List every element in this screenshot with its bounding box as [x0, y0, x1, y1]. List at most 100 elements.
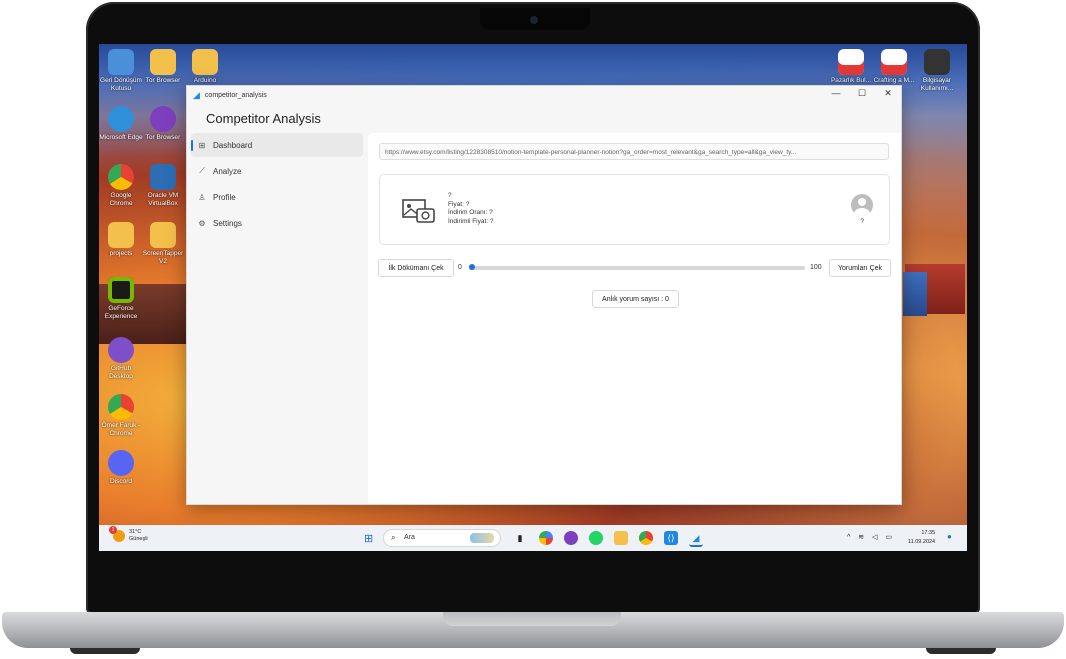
virtualbox-icon	[150, 164, 176, 190]
desktop-icon-recycle-bin[interactable]: Geri Dönüşüm Kutusu	[99, 49, 143, 93]
taskbar-clock[interactable]: 17:35 11.09.2024	[908, 529, 935, 547]
pdf-icon	[838, 49, 864, 75]
desktop-icon-tor-browser[interactable]: Tor Browser	[141, 106, 185, 142]
task-view-icon[interactable]: ▮	[513, 531, 527, 545]
whatsapp-icon[interactable]	[589, 531, 603, 545]
slider-thumb[interactable]	[469, 264, 475, 270]
tor-browser-taskbar-icon[interactable]	[564, 531, 578, 545]
chart-icon: ⟋	[199, 166, 205, 175]
desktop-icon-geforce[interactable]: GeForce Experience	[99, 277, 143, 321]
desktop-icon-chrome[interactable]: Google Chrome	[99, 164, 143, 208]
image-placeholder-icon	[402, 197, 436, 231]
desktop-icon-chrome-profile[interactable]: Ömer Faruk - Chrome	[99, 394, 143, 438]
main-content: https://www.etsy.com/listing/1228308510/…	[368, 133, 901, 504]
close-button[interactable]: ✕	[881, 88, 895, 99]
weather-widget[interactable]: 1 31°C Güneşli	[109, 526, 148, 543]
maximize-button[interactable]: ☐	[855, 88, 869, 99]
desktop-icon-tor[interactable]: Tor Browser	[141, 49, 185, 85]
sidebar: ⊞ Dashboard ⟋ Analyze ♙ Profile ⚙ Settin…	[187, 131, 367, 504]
desktop-screen: Geri Dönüşüm Kutusu Tor Browser Arduino …	[99, 44, 967, 551]
tor-icon	[150, 106, 176, 132]
folder-icon	[192, 49, 218, 75]
desktop-icon-edge[interactable]: Microsoft Edge	[99, 106, 143, 142]
window-title: competitor_analysis	[204, 91, 267, 99]
nvidia-icon	[108, 277, 134, 303]
folder-icon	[108, 222, 134, 248]
desktop-icon-shortcut[interactable]: Bilgisayar Kullanımı...	[915, 49, 959, 93]
flutter-app-taskbar-icon[interactable]: ◢	[689, 531, 703, 547]
app-window: ◢ competitor_analysis — ☐ ✕ Competitor A…	[186, 85, 902, 505]
product-discounted-price: İndirimli Fiyat: ?	[448, 217, 494, 225]
watermark-subtitle: Windows'u etkinleştirmek için Ayarlar'a …	[769, 489, 898, 496]
desktop-icon-discord[interactable]: Discord	[99, 450, 143, 486]
product-info: ? Fiyat: ? İndirim Oranı: ? İndirimli Fi…	[448, 192, 494, 226]
minimize-button[interactable]: —	[829, 88, 843, 99]
notification-bell-icon[interactable]: ●	[947, 532, 952, 541]
title-bar: ◢ competitor_analysis — ☐ ✕	[187, 86, 901, 104]
clock-date: 11.09.2024	[908, 539, 936, 545]
weather-temp: 31°C	[129, 529, 142, 535]
desktop-icon-pdf-2[interactable]: Crafting a M...	[872, 49, 916, 85]
product-price: Fiyat: ?	[448, 200, 470, 208]
search-icon: ⌕	[391, 533, 396, 542]
app-title: Competitor Analysis	[206, 111, 321, 126]
taskbar: 1 31°C Güneşli ⊞ ⌕ Ara ▮ ⟨⟩ ◢ ^ ≋ ◁ ▭ 17…	[99, 525, 967, 551]
sidebar-item-profile[interactable]: ♙ Profile	[191, 185, 363, 209]
review-count-slider[interactable]	[469, 264, 805, 270]
folder-icon	[150, 222, 176, 248]
chrome-icon	[108, 394, 134, 420]
product-card: ? Fiyat: ? İndirim Oranı: ? İndirimli Fi…	[379, 174, 890, 245]
clock-time: 17:35	[921, 530, 936, 536]
desktop-icon-pdf-1[interactable]: Pazarlık Bul...	[829, 49, 873, 85]
vscode-icon[interactable]: ⟨⟩	[664, 531, 678, 545]
laptop-foot-left	[70, 648, 140, 654]
pdf-icon	[881, 49, 907, 75]
sidebar-item-label: Analyze	[213, 166, 242, 176]
webcam	[530, 16, 538, 24]
desktop-icon-github[interactable]: GitHub Desktop	[99, 337, 143, 381]
slider-min-label: 0	[458, 264, 462, 271]
profile-icon: ♙	[198, 192, 206, 202]
window-controls: — ☐ ✕	[829, 88, 895, 99]
system-tray[interactable]: ^ ≋ ◁ ▭	[847, 533, 895, 541]
recycle-bin-icon	[108, 49, 134, 75]
sidebar-item-label: Dashboard	[213, 140, 253, 150]
sidebar-item-label: Settings	[213, 218, 242, 228]
flutter-logo-icon: ◢	[193, 89, 200, 100]
desktop-icon-projects[interactable]: projects	[99, 222, 143, 258]
desktop-icon-virtualbox[interactable]: Oracle VM VirtualBox	[141, 164, 185, 208]
discord-icon	[108, 450, 134, 476]
notification-badge: 1	[109, 526, 117, 534]
sidebar-item-settings[interactable]: ⚙ Settings	[191, 211, 363, 235]
gear-icon: ⚙	[198, 218, 206, 228]
url-input[interactable]: https://www.etsy.com/listing/1228308510/…	[379, 143, 889, 160]
watermark-title: Windows'u Etkinleştir	[769, 475, 864, 486]
windows-start-icon[interactable]: ⊞	[364, 532, 373, 545]
weather-desc: Güneşli	[129, 536, 148, 542]
seller-name: ?	[860, 218, 864, 225]
chrome-icon	[108, 164, 134, 190]
search-placeholder: Ara	[404, 534, 415, 541]
sidebar-item-analyze[interactable]: ⟋ Analyze	[191, 159, 363, 183]
desktop-icon-screentapper[interactable]: ScreenTapper V2	[141, 222, 185, 266]
copilot-icon[interactable]	[539, 531, 553, 545]
activation-watermark: Windows'u Etkinleştir Windows'u etkinleş…	[769, 475, 897, 496]
sidebar-item-dashboard[interactable]: ⊞ Dashboard	[191, 133, 363, 157]
fetch-first-document-button[interactable]: İlk Dökümanı Çek	[378, 259, 454, 277]
instant-review-count-label: Anlık yorum sayısı : 0	[592, 290, 679, 308]
laptop-opening-groove	[443, 612, 621, 626]
laptop-foot-right	[926, 648, 996, 654]
chrome-taskbar-icon[interactable]	[639, 531, 653, 545]
seller-avatar-icon	[851, 194, 873, 216]
app-icon	[924, 49, 950, 75]
wallpaper-house	[903, 272, 927, 316]
folder-icon	[150, 49, 176, 75]
sidebar-item-label: Profile	[213, 192, 236, 202]
taskbar-search[interactable]: ⌕ Ara	[383, 529, 501, 547]
desktop-icon-arduino[interactable]: Arduino	[183, 49, 227, 85]
dashboard-icon: ⊞	[198, 140, 206, 150]
fetch-reviews-button[interactable]: Yorumları Çek	[829, 259, 891, 277]
sun-icon: 1	[109, 526, 125, 542]
search-highlight-image	[470, 533, 494, 543]
file-explorer-icon[interactable]	[614, 531, 628, 545]
